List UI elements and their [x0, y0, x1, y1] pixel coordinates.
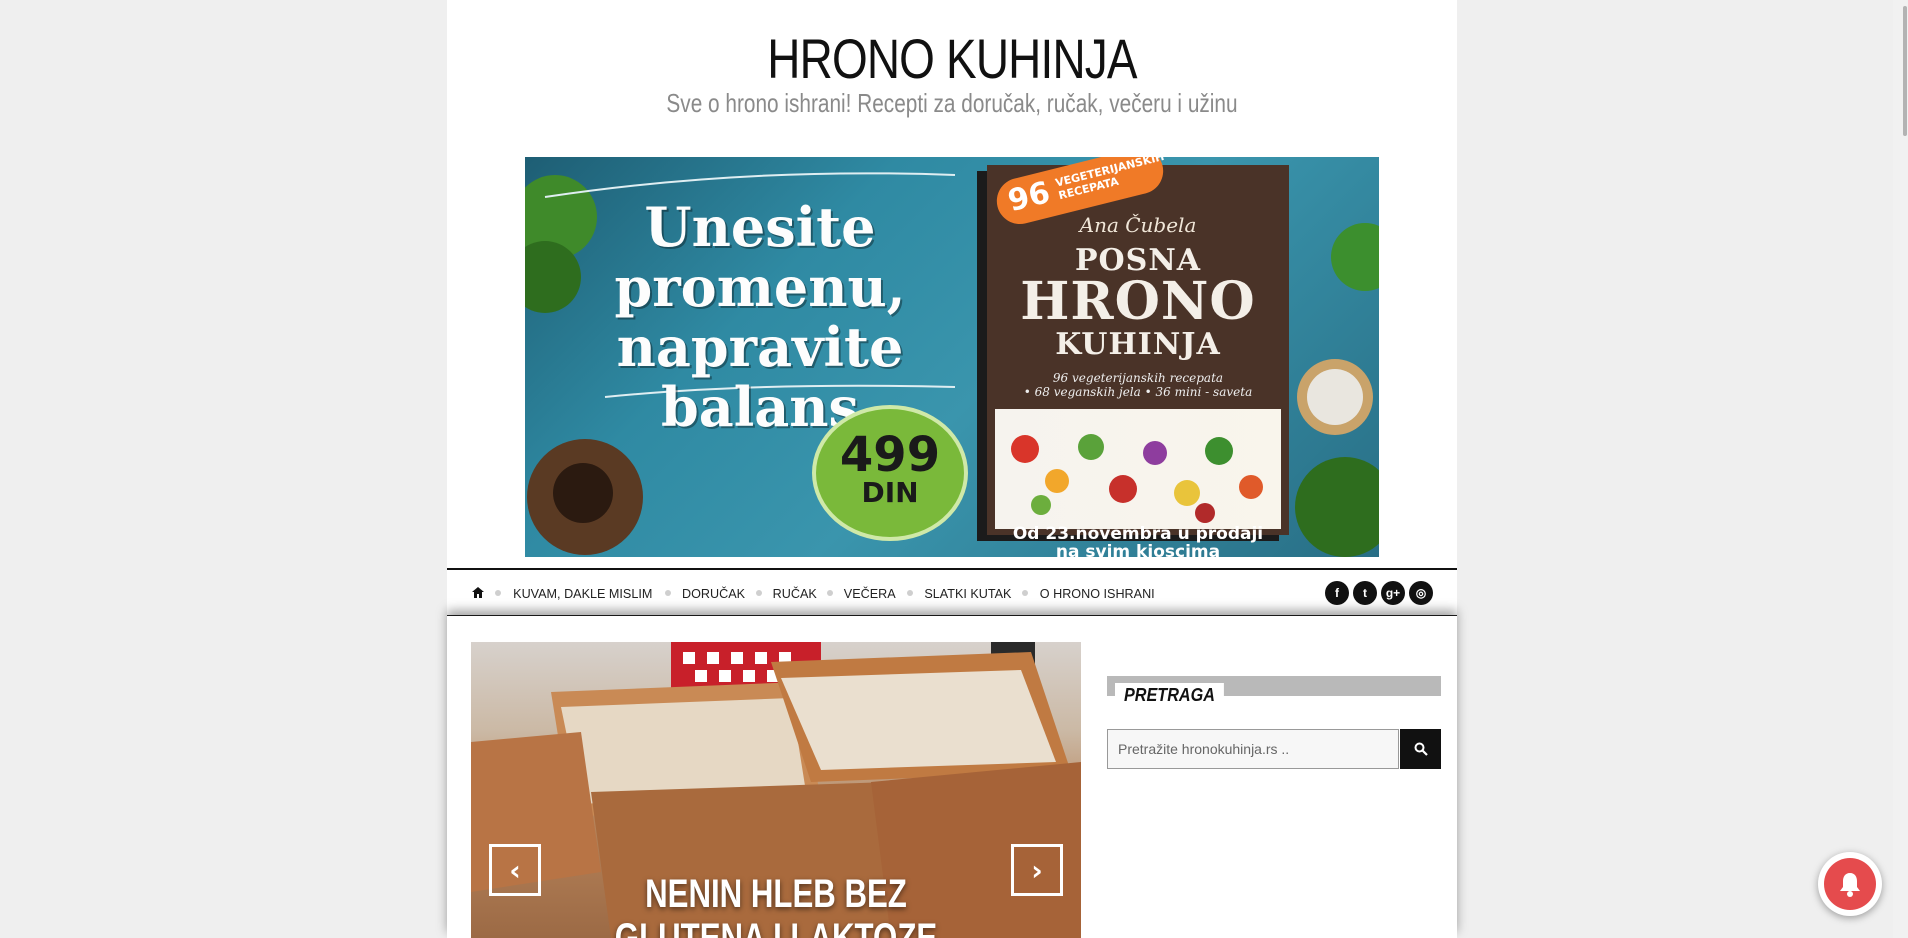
page-scrollbar[interactable]: [1893, 0, 1908, 938]
search-icon: [1414, 742, 1428, 756]
book-title-line: HRONO: [1020, 271, 1256, 332]
twitter-icon[interactable]: t: [1353, 581, 1377, 605]
slide-title[interactable]: NENIN HLEB BEZ GLUTENA I LAKTOZE: [585, 872, 967, 938]
page-container: HRONO KUHINJA Sve o hrono ishrani! Recep…: [447, 0, 1457, 938]
nav-item-o-hrono-ishrani[interactable]: O HRONO ISHRANI: [1040, 586, 1155, 601]
price-currency: DIN: [861, 476, 919, 509]
banner-footer-line: Od 23.novembra u prodaji: [1012, 524, 1264, 544]
basil-shape: [1331, 223, 1379, 291]
nav-separator: [755, 590, 762, 596]
nav-separator: [906, 590, 913, 596]
search-button[interactable]: [1400, 729, 1441, 769]
notification-bell-button[interactable]: [1818, 852, 1882, 916]
spoon-bowl-shape: [553, 463, 613, 523]
nav-item-dorucak[interactable]: DORUČAK: [681, 586, 744, 601]
nav-menu: KUVAM, DAKLE MISLIM DORUČAK RUČAK VEČERA…: [471, 570, 1157, 616]
google-plus-icon[interactable]: g+: [1381, 581, 1405, 605]
price-value: 499: [839, 427, 941, 483]
banner-headline: Unesite promenu, napravite balans: [595, 197, 925, 437]
book-title-line: KUHINJA: [1055, 327, 1221, 362]
nav-separator: [827, 590, 834, 596]
chalk-line-top: [544, 172, 956, 198]
book-author: Ana Čubela: [1079, 213, 1197, 237]
salt-shape: [1307, 369, 1363, 425]
banner-footer: Od 23.novembra u prodaji na svim kioscim…: [987, 525, 1289, 557]
banner-footer-line: na svim kioscima: [1055, 542, 1221, 557]
nav-separator: [495, 590, 501, 596]
search-widget-title: PRETRAGA: [1115, 683, 1224, 706]
advertisement-banner[interactable]: Unesite promenu, napravite balans 499 DI…: [525, 157, 1379, 557]
headline-line: Unesite: [644, 195, 876, 259]
headline-line: napravite: [616, 315, 904, 379]
book-vegetables-image: [995, 409, 1281, 529]
book-subtitle: 96 vegeterijanskih recepata • 68 vegansk…: [987, 371, 1289, 399]
site-tagline: Sve o hrono ishrani! Recepti za doručak,…: [666, 88, 1238, 118]
slider-prev-button[interactable]: ‹: [489, 844, 541, 896]
nav-item-slatki-kutak[interactable]: SLATKI KUTAK: [924, 586, 1011, 601]
notification-bell-icon: [1824, 858, 1876, 910]
main-content: ‹ › NENIN HLEB BEZ GLUTENA I LAKTOZE PRE…: [447, 616, 1457, 938]
book-subtitle-line: • 68 veganskih jela • 36 mini - saveta: [1023, 385, 1253, 399]
leaf-right-shape: [1295, 457, 1379, 557]
site-title[interactable]: HRONO KUHINJA: [538, 26, 1366, 91]
nav-separator: [1022, 590, 1029, 596]
main-navigation: KUVAM, DAKLE MISLIM DORUČAK RUČAK VEČERA…: [447, 568, 1457, 616]
scrollbar-thumb[interactable]: [1903, 6, 1907, 136]
search-input[interactable]: [1107, 729, 1399, 769]
instagram-icon[interactable]: ◎: [1409, 581, 1433, 605]
nav-item-vecera[interactable]: VEČERA: [844, 586, 896, 601]
headline-line: promenu,: [614, 255, 906, 319]
nav-item-kuvam-dakle-mislim[interactable]: KUVAM, DAKLE MISLIM: [513, 586, 652, 601]
featured-slider[interactable]: ‹ › NENIN HLEB BEZ GLUTENA I LAKTOZE: [471, 642, 1081, 938]
slider-next-button[interactable]: ›: [1011, 844, 1063, 896]
home-icon[interactable]: [471, 586, 485, 601]
nav-separator: [664, 590, 671, 596]
social-links: f t g+ ◎: [1325, 581, 1433, 605]
nav-item-rucak[interactable]: RUČAK: [772, 586, 816, 601]
price-badge: 499 DIN: [812, 405, 968, 541]
book-subtitle-line: 96 vegeterijanskih recepata: [1052, 371, 1224, 385]
vegetables-illustration: [1011, 434, 1263, 523]
facebook-icon[interactable]: f: [1325, 581, 1349, 605]
